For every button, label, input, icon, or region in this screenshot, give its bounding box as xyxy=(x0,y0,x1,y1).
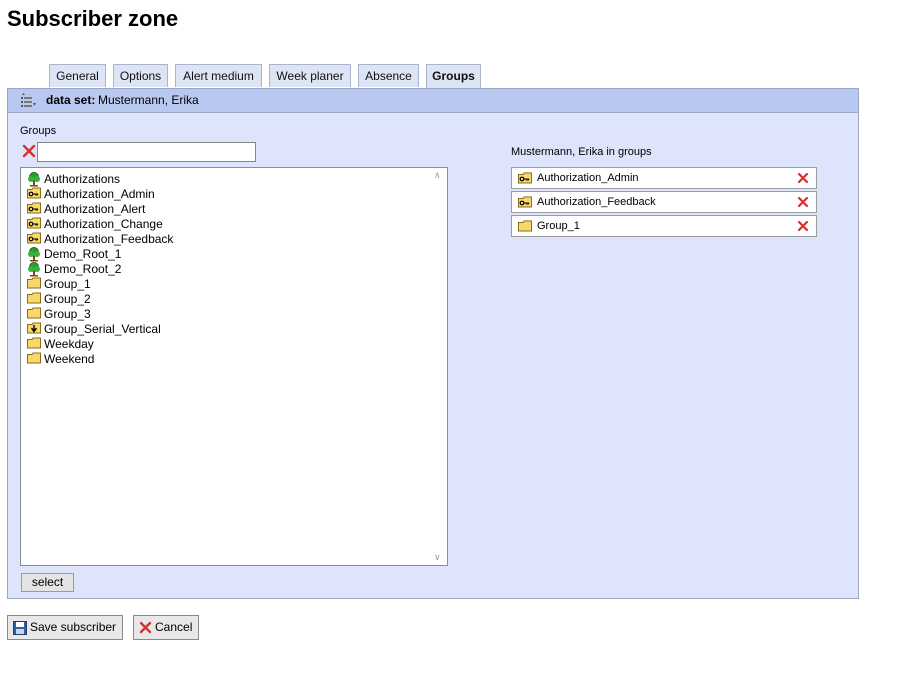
group-list-item-label: Authorization_Change xyxy=(44,217,163,231)
tree-icon xyxy=(28,247,40,262)
groups-list: ∧ ∨ Authorizations Authorization_Admin Aut… xyxy=(20,167,448,566)
group-list-item-label: Authorization_Feedback xyxy=(44,232,174,246)
key-icon xyxy=(518,172,532,184)
assigned-group-row: Authorization_Feedback xyxy=(511,191,817,213)
groups-panel: data set: Mustermann, Erika Groups ∧ ∨ A… xyxy=(7,88,859,599)
save-icon xyxy=(13,621,27,635)
key-icon xyxy=(27,232,41,244)
group-list-item-label: Group_1 xyxy=(44,277,91,291)
key-icon xyxy=(27,217,41,229)
assigned-group-row: Authorization_Admin xyxy=(511,167,817,189)
group-list-item-label: Weekday xyxy=(44,337,94,351)
folder-icon xyxy=(518,220,532,232)
tab-groups[interactable]: Groups xyxy=(426,64,481,89)
tree-icon xyxy=(28,172,40,187)
group-list-item-label: Authorization_Admin xyxy=(44,187,155,201)
tab-absence[interactable]: Absence xyxy=(358,64,419,87)
group-list-item-label: Authorizations xyxy=(44,172,121,186)
dataset-icon xyxy=(21,93,36,107)
assigned-group-label: Group_1 xyxy=(537,220,580,232)
key-icon xyxy=(27,187,41,199)
dataset-value: Mustermann, Erika xyxy=(98,93,199,107)
cancel-icon xyxy=(139,621,152,634)
key-icon xyxy=(518,196,532,208)
clear-filter-icon[interactable] xyxy=(22,144,36,158)
tab-options[interactable]: Options xyxy=(113,64,168,87)
group-list-item-label: Group_Serial_Vertical xyxy=(44,322,161,336)
scroll-up-icon[interactable]: ∧ xyxy=(434,170,441,181)
save-subscriber-button[interactable]: Save subscriber xyxy=(7,615,123,640)
remove-icon[interactable] xyxy=(797,172,809,184)
remove-icon[interactable] xyxy=(797,196,809,208)
group-list-item-label: Weekend xyxy=(44,352,95,366)
folder-icon xyxy=(27,337,41,349)
select-button[interactable]: select xyxy=(21,573,74,592)
group-list-item-label: Demo_Root_1 xyxy=(44,247,122,261)
list-scrollbar[interactable]: ∧ ∨ xyxy=(430,168,447,565)
groups-label: Groups xyxy=(20,125,57,137)
folder-icon xyxy=(27,307,41,319)
dataset-header: data set: Mustermann, Erika xyxy=(8,89,858,113)
tab-general[interactable]: General xyxy=(49,64,106,87)
page-title: Subscriber zone xyxy=(7,6,179,31)
assigned-group-label: Authorization_Feedback xyxy=(537,196,656,208)
folder-icon xyxy=(27,292,41,304)
remove-icon[interactable] xyxy=(797,220,809,232)
save-subscriber-label: Save subscriber xyxy=(30,620,117,634)
dataset-label: data set: xyxy=(46,93,96,107)
assigned-group-label: Authorization_Admin xyxy=(537,172,639,184)
folder-icon xyxy=(27,352,41,364)
group-list-item-label: Authorization_Alert xyxy=(44,202,146,216)
key-icon xyxy=(27,202,41,214)
tab-week-planer[interactable]: Week planer xyxy=(269,64,351,87)
cancel-label: Cancel xyxy=(155,620,193,634)
serial-icon xyxy=(27,322,41,334)
cancel-button[interactable]: Cancel xyxy=(133,615,199,640)
assigned-group-row: Group_1 xyxy=(511,215,817,237)
group-list-item-label: Group_3 xyxy=(44,307,91,321)
member-groups-label: Mustermann, Erika in groups xyxy=(511,146,652,158)
group-filter-input[interactable] xyxy=(37,142,256,162)
group-list-item-label: Group_2 xyxy=(44,292,91,306)
group-list-item-label: Demo_Root_2 xyxy=(44,262,122,276)
folder-icon xyxy=(27,277,41,289)
tree-icon xyxy=(28,262,40,277)
tab-alert-medium[interactable]: Alert medium xyxy=(175,64,262,87)
scroll-down-icon[interactable]: ∨ xyxy=(434,552,441,563)
